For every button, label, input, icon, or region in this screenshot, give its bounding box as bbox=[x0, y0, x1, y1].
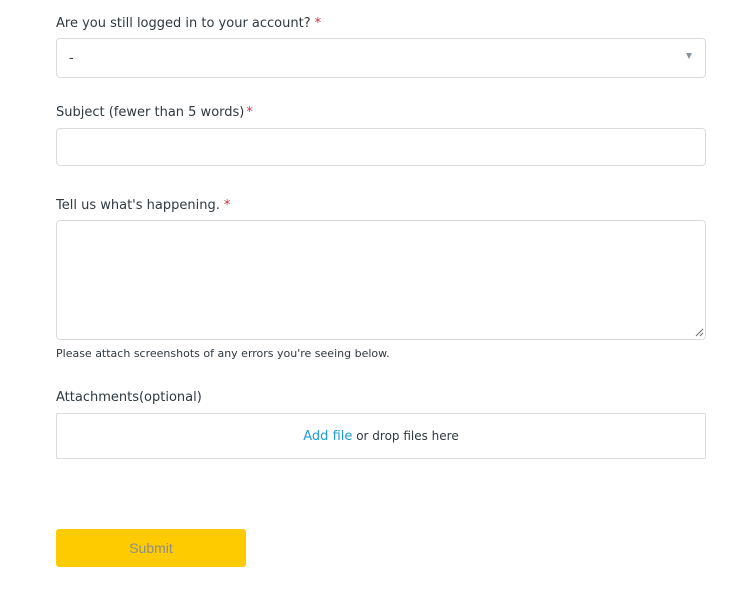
required-asterisk: * bbox=[314, 16, 322, 31]
attachments-dropzone[interactable]: Add file or drop files here bbox=[56, 413, 706, 459]
logged-in-label-text: Are you still logged in to your account? bbox=[56, 16, 311, 31]
add-file-link[interactable]: Add file bbox=[303, 429, 352, 444]
chevron-down-icon bbox=[686, 53, 692, 59]
subject-label: Subject (fewer than 5 words) * bbox=[56, 104, 253, 122]
required-asterisk: * bbox=[246, 105, 253, 120]
logged-in-label: Are you still logged in to your account?… bbox=[56, 15, 321, 33]
drop-files-text: or drop files here bbox=[352, 429, 459, 443]
description-label-text: Tell us what's happening. bbox=[56, 198, 220, 213]
description-textarea[interactable] bbox=[56, 220, 706, 340]
required-asterisk: * bbox=[223, 198, 231, 213]
description-label: Tell us what's happening. * bbox=[56, 197, 230, 215]
subject-label-text: Subject (fewer than 5 words) bbox=[56, 105, 245, 120]
resize-handle-icon[interactable] bbox=[695, 328, 704, 337]
description-hint: Please attach screenshots of any errors … bbox=[56, 347, 390, 360]
attachments-label: Attachments(optional) bbox=[56, 390, 202, 405]
logged-in-select-value: - bbox=[69, 51, 74, 66]
submit-button[interactable]: Submit bbox=[56, 529, 246, 567]
logged-in-select[interactable]: - bbox=[56, 38, 706, 78]
subject-input[interactable] bbox=[56, 128, 706, 166]
